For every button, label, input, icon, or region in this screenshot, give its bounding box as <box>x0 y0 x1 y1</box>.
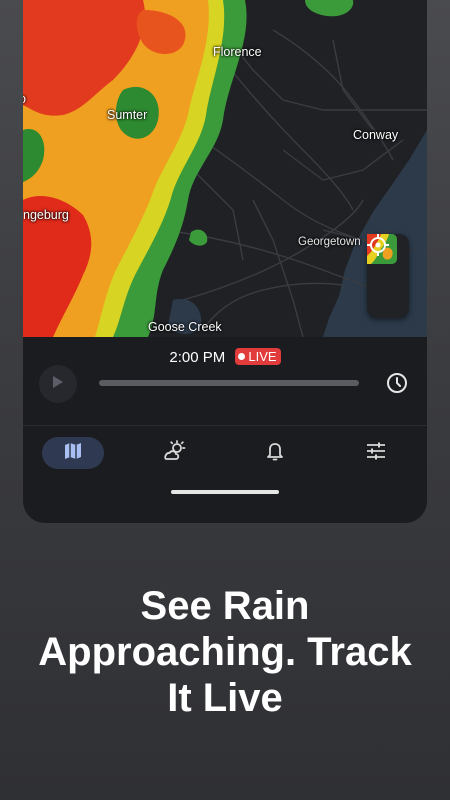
time-history-button[interactable] <box>385 371 409 395</box>
live-dot-icon <box>238 353 246 360</box>
bell-icon <box>266 441 284 466</box>
headline-line-3: It Live <box>167 676 283 720</box>
live-label: LIVE <box>248 349 277 364</box>
city-label-sumter: Sumter <box>107 108 148 122</box>
city-label-georgetown: Georgetown <box>298 236 361 248</box>
live-badge: LIVE <box>235 348 281 365</box>
city-label-fragment: o <box>23 92 26 106</box>
timestamp-row: 2:00 PM LIVE <box>23 348 427 366</box>
radar-player: 2:00 PM LIVE <box>23 337 427 425</box>
bottom-navigation <box>23 425 427 482</box>
sliders-icon <box>366 442 386 465</box>
nav-tab-settings[interactable] <box>345 437 407 469</box>
nav-tab-weather[interactable] <box>143 437 205 469</box>
phone-frame: Florence Sumter Conway ngeburg Georgetow… <box>23 0 427 523</box>
layer-controls <box>367 234 409 318</box>
weather-icon <box>162 439 186 467</box>
headline-line-1: See Rain <box>140 584 310 628</box>
promo-headline: See Rain Approaching. Track It Live <box>0 583 450 721</box>
nav-tab-map[interactable] <box>42 437 104 469</box>
home-indicator[interactable] <box>171 490 279 494</box>
timeline-slider[interactable] <box>99 380 359 386</box>
city-label-orangeburg: ngeburg <box>23 208 69 222</box>
radar-map[interactable]: Florence Sumter Conway ngeburg Georgetow… <box>23 0 427 337</box>
nav-tab-alerts[interactable] <box>244 437 306 469</box>
play-button[interactable] <box>39 365 77 403</box>
headline-line-2: Approaching. Track <box>38 630 412 674</box>
timestamp-label: 2:00 PM <box>169 349 226 366</box>
city-label-florence: Florence <box>213 45 262 59</box>
city-label-conway: Conway <box>353 128 399 142</box>
map-icon <box>63 441 83 466</box>
play-icon <box>52 375 64 394</box>
clock-icon <box>385 373 409 399</box>
locate-me-button[interactable] <box>367 234 409 318</box>
city-label-goose-creek: Goose Creek <box>148 320 222 334</box>
